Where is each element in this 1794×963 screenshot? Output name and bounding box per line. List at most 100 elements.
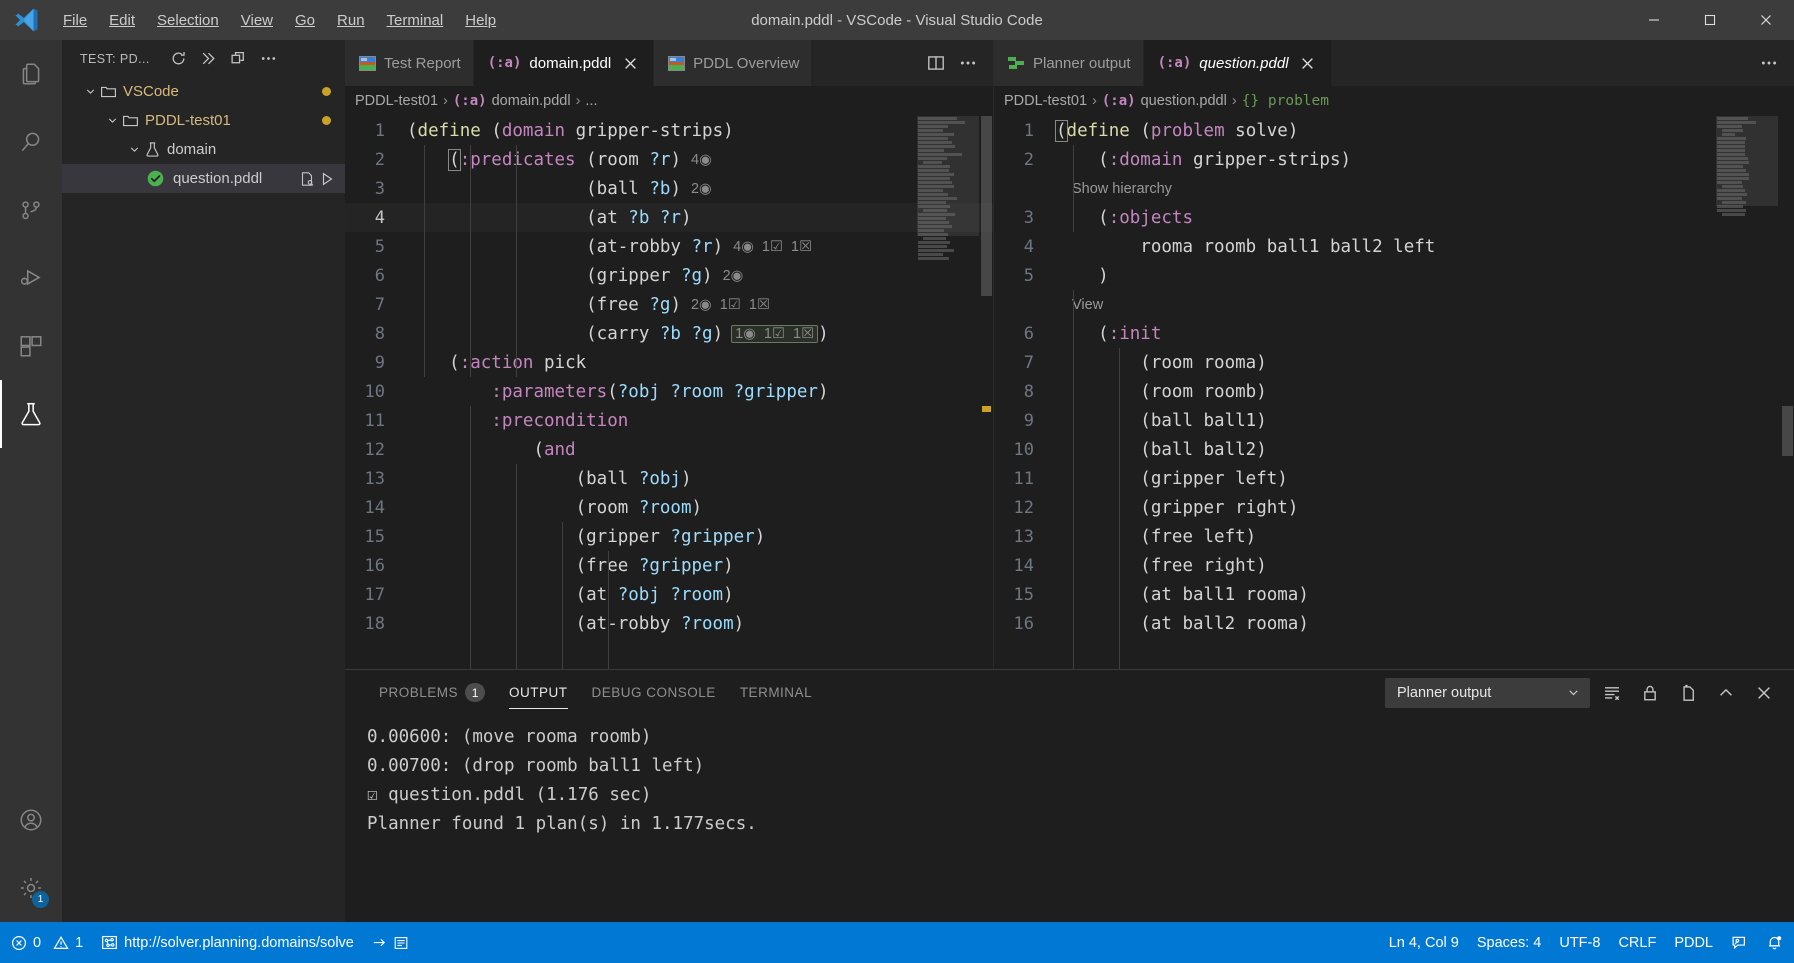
status-open-output[interactable]: [363, 922, 418, 963]
code-line[interactable]: 6 (gripper ?g) 2◉: [345, 261, 993, 290]
open-in-editor-icon[interactable]: [1672, 678, 1704, 708]
activity-testing-icon[interactable]: [0, 380, 62, 448]
code-lens-inline-selected[interactable]: 1◉ 1☑ 1☒: [731, 324, 819, 343]
activity-bar[interactable]: 1: [0, 40, 62, 922]
tab-close-icon[interactable]: [619, 52, 641, 74]
panel-tab-output[interactable]: OUTPUT: [497, 670, 580, 715]
editor-more-actions-icon[interactable]: [953, 48, 983, 78]
code-line[interactable]: 11 :precondition: [345, 406, 993, 435]
tab-planner-output[interactable]: Planner output: [994, 40, 1144, 86]
panel-tab-terminal[interactable]: TERMINAL: [728, 670, 824, 715]
tab-test-report[interactable]: Test Report: [345, 40, 474, 86]
code-lens-inline[interactable]: 2◉: [691, 181, 712, 197]
collapse-all-icon[interactable]: [224, 45, 254, 73]
sidebar-more-actions-icon[interactable]: [254, 45, 284, 73]
status-bar[interactable]: 0 1 http://solver.planning.domains/solve: [0, 922, 1794, 963]
code-line[interactable]: 18 (at-robby ?room): [345, 609, 993, 638]
code-line[interactable]: 15 (at ball1 rooma): [994, 580, 1794, 609]
close-panel-icon[interactable]: [1748, 678, 1780, 708]
close-button[interactable]: [1738, 0, 1794, 40]
tab-domain-pddl[interactable]: (:a) domain.pddl: [473, 40, 655, 86]
tree-item-pddl-test01[interactable]: PDDL-test01: [62, 106, 345, 135]
code-line[interactable]: 13 (free left): [994, 522, 1794, 551]
status-bar-right[interactable]: Ln 4, Col 9 Spaces: 4 UTF-8 CRLF PDDL: [1380, 922, 1792, 963]
breadcrumb-symbol[interactable]: ...: [585, 93, 597, 109]
code-lens-inline[interactable]: 4◉ 1☑ 1☒: [733, 239, 812, 255]
editor-more-actions-icon[interactable]: [1754, 48, 1784, 78]
scrollbar-thumb[interactable]: [1782, 406, 1793, 456]
scrollbar-right[interactable]: [1780, 116, 1794, 669]
tab-question-pddl[interactable]: (:a) question.pddl: [1143, 40, 1332, 86]
tab-close-icon[interactable]: [1297, 52, 1319, 74]
activity-account-icon[interactable]: [0, 786, 62, 854]
run-all-tests-icon[interactable]: [194, 45, 224, 73]
tab-pddl-overview[interactable]: PDDL Overview: [654, 40, 813, 86]
activity-search-icon[interactable]: [0, 108, 62, 176]
code-lens-link[interactable]: View: [1072, 290, 1103, 319]
panel-tab-bar[interactable]: PROBLEMS 1 OUTPUT DEBUG CONSOLE TERMINAL…: [345, 670, 1794, 715]
menu-run[interactable]: Run: [326, 8, 376, 33]
menu-view[interactable]: View: [230, 8, 284, 33]
output-channel-select[interactable]: Planner output: [1385, 677, 1590, 708]
activity-explorer-icon[interactable]: [0, 40, 62, 108]
status-solver-url[interactable]: http://solver.planning.domains/solve: [92, 922, 363, 963]
code-line[interactable]: 7 (free ?g) 2◉ 1☑ 1☒: [345, 290, 993, 319]
code-line[interactable]: 2 (:predicates (room ?r) 4◉: [345, 145, 993, 174]
split-editor-icon[interactable]: [921, 48, 951, 78]
minimize-button[interactable]: [1626, 0, 1682, 40]
code-line[interactable]: 4 rooma roomb ball1 ball2 left: [994, 232, 1794, 261]
panel-tab-problems[interactable]: PROBLEMS 1: [367, 670, 497, 715]
code-line[interactable]: 1 (define (problem solve): [994, 116, 1794, 145]
chevron-down-icon[interactable]: [102, 114, 122, 127]
code-line[interactable]: 2 (:domain gripper-strips): [994, 145, 1794, 174]
menu-terminal[interactable]: Terminal: [376, 8, 455, 33]
code-line[interactable]: 13 (ball ?obj): [345, 464, 993, 493]
code-viewport-right[interactable]: 1 (define (problem solve) 2 (:domain gripp…: [994, 116, 1794, 669]
scrollbar-thumb[interactable]: [981, 116, 992, 296]
tree-item-question-pddl[interactable]: question.pddl: [62, 164, 345, 193]
code-line[interactable]: 5 (at-robby ?r) 4◉ 1☑ 1☒: [345, 232, 993, 261]
maximize-panel-icon[interactable]: [1710, 678, 1742, 708]
code-lens-inline[interactable]: 2◉: [723, 268, 744, 284]
menu-go[interactable]: Go: [284, 8, 326, 33]
code-line[interactable]: 5 ): [994, 261, 1794, 290]
code-line[interactable]: 7 (room rooma): [994, 348, 1794, 377]
go-to-test-icon[interactable]: [299, 171, 315, 187]
code-lens-inline[interactable]: 4◉: [691, 152, 712, 168]
tab-bar-right[interactable]: Planner output (:a) question.pddl: [994, 40, 1794, 86]
run-test-icon[interactable]: [319, 171, 335, 187]
tab-bar-left[interactable]: Test Report (:a) domain.pddl PDDL Overvi…: [345, 40, 993, 86]
breadcrumb-folder[interactable]: PDDL-test01: [1004, 93, 1087, 109]
maximize-button[interactable]: [1682, 0, 1738, 40]
code-line[interactable]: 10 (ball ball2): [994, 435, 1794, 464]
breadcrumb-file[interactable]: question.pddl: [1141, 93, 1227, 109]
code-line[interactable]: 16 (free ?gripper): [345, 551, 993, 580]
tab-bar-actions-left[interactable]: [921, 40, 993, 86]
breadcrumb-folder[interactable]: PDDL-test01: [355, 93, 438, 109]
code-line[interactable]: 17 (at ?obj ?room): [345, 580, 993, 609]
menu-edit[interactable]: Edit: [98, 8, 146, 33]
code-lens-link[interactable]: Show hierarchy: [1072, 174, 1172, 203]
code-viewport-left[interactable]: 1 (define (domain gripper-strips) 2 (:pred…: [345, 116, 993, 669]
code-line[interactable]: 12 (gripper right): [994, 493, 1794, 522]
lock-scroll-icon[interactable]: [1634, 678, 1666, 708]
activity-source-control-icon[interactable]: [0, 176, 62, 244]
tree-row-actions[interactable]: [299, 171, 335, 187]
code-line[interactable]: 16 (at ball2 rooma): [994, 609, 1794, 638]
code-line[interactable]: 14 (room ?room): [345, 493, 993, 522]
status-cursor-position[interactable]: Ln 4, Col 9: [1380, 922, 1468, 963]
chevron-down-icon[interactable]: [80, 85, 100, 98]
code-lens-inline[interactable]: 2◉ 1☑ 1☒: [691, 297, 770, 313]
refresh-tests-icon[interactable]: [164, 45, 194, 73]
code-line[interactable]: 9 (ball ball1): [994, 406, 1794, 435]
code-line[interactable]: 11 (gripper left): [994, 464, 1794, 493]
code-line[interactable]: 12 (and: [345, 435, 993, 464]
code-line[interactable]: 6 (:init: [994, 319, 1794, 348]
window-controls[interactable]: [1626, 0, 1794, 40]
status-language-mode[interactable]: PDDL: [1665, 922, 1722, 963]
breadcrumb-right[interactable]: PDDL-test01 › (:a) question.pddl › {} pr…: [994, 86, 1794, 116]
status-encoding[interactable]: UTF-8: [1550, 922, 1609, 963]
status-eol[interactable]: CRLF: [1609, 922, 1665, 963]
menu-selection[interactable]: Selection: [146, 8, 230, 33]
tab-bar-actions-right[interactable]: [1754, 40, 1794, 86]
